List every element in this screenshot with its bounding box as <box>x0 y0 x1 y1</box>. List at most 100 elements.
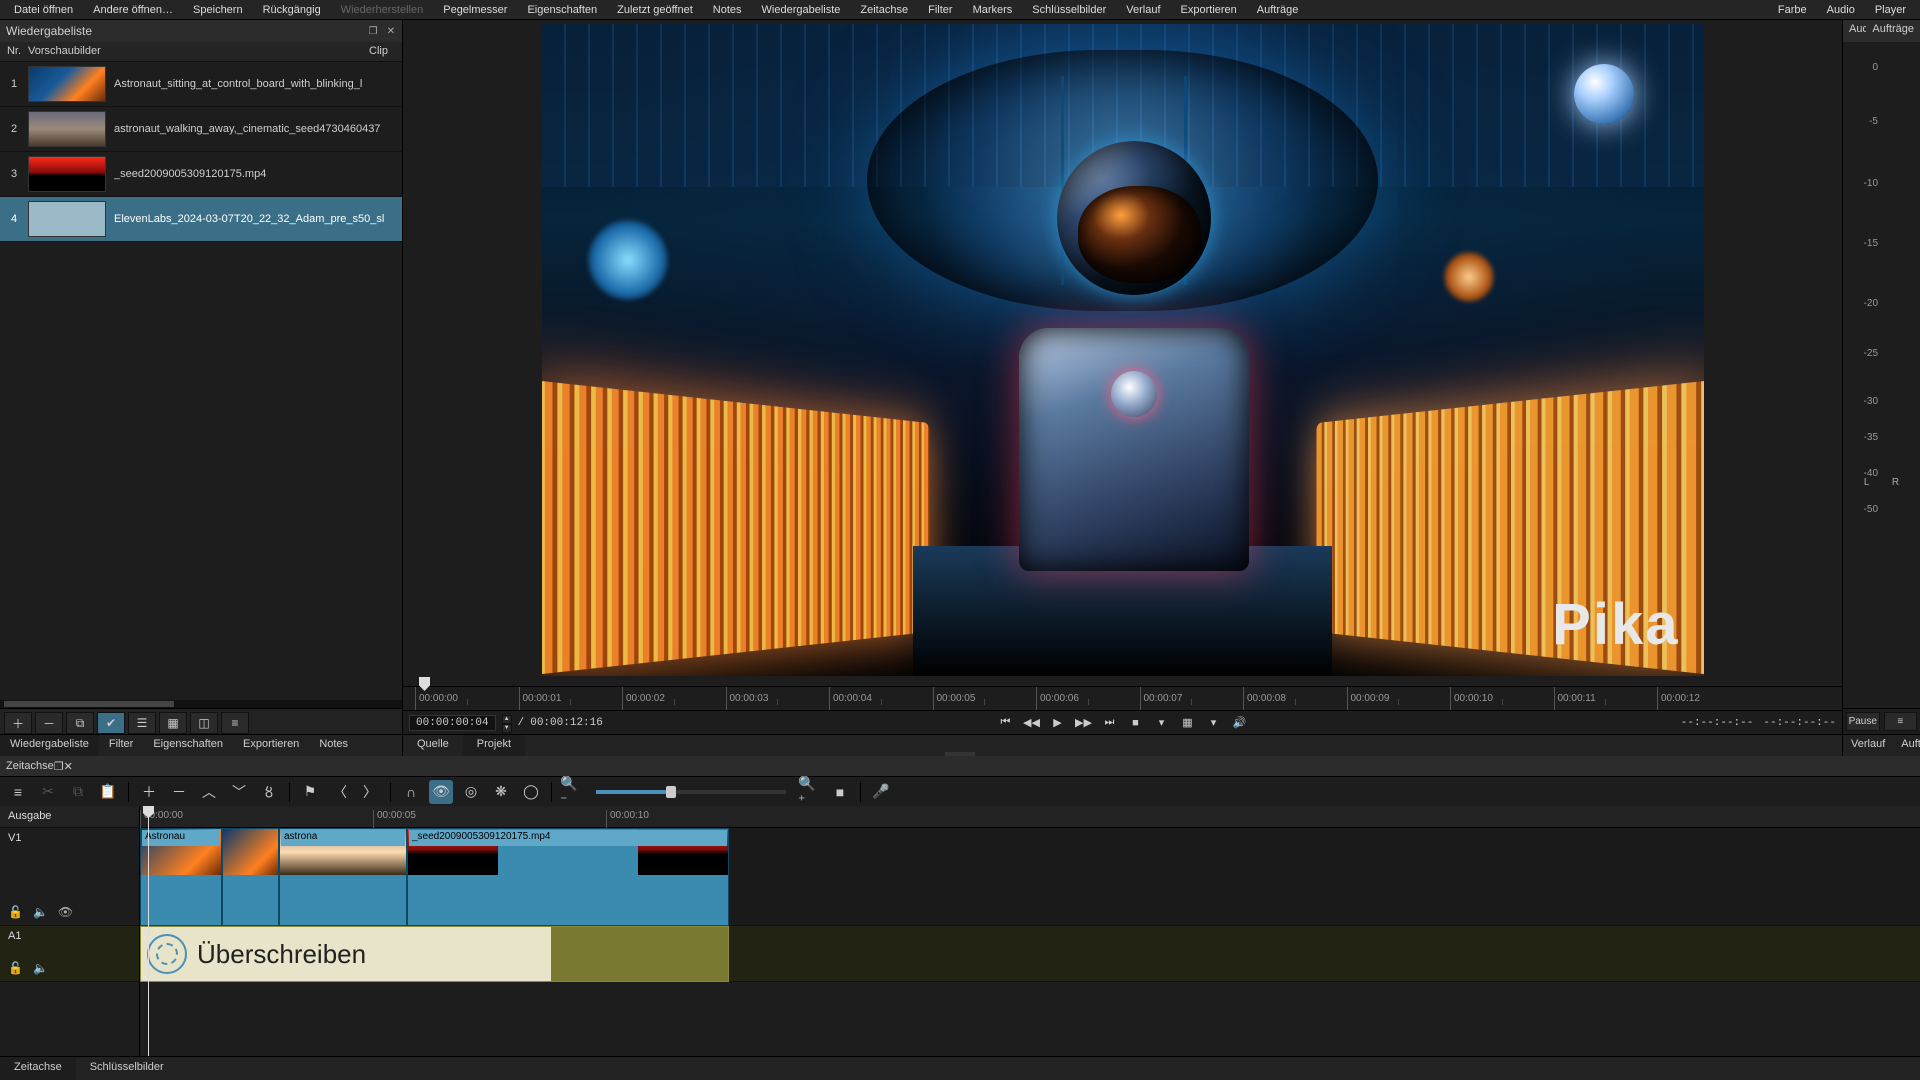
track-mute-icon[interactable]: 🔈 <box>33 905 48 919</box>
playlist-row[interactable]: 3 _seed2009005309120175.mp4 <box>0 152 402 197</box>
menu-export[interactable]: Exportieren <box>1171 2 1247 18</box>
menu-player[interactable]: Player <box>1865 2 1916 18</box>
track-hide-icon[interactable]: 👁 <box>58 905 73 919</box>
track-lock-icon[interactable]: 🔓 <box>8 961 23 975</box>
menu-filter[interactable]: Filter <box>918 2 962 18</box>
audio-clip[interactable]: Überschreiben <box>140 926 729 982</box>
zoom-out-icon[interactable]: 🔍⁻ <box>560 780 584 804</box>
video-clip[interactable]: _seed2009005309120175.mp4 <box>407 828 729 926</box>
stop-icon[interactable]: ■ <box>1127 714 1145 732</box>
grid-icon[interactable]: ▦ <box>1179 714 1197 732</box>
menu-playlist[interactable]: Wiedergabeliste <box>752 2 851 18</box>
playlist-view-icons-icon[interactable]: ◫ <box>190 712 218 734</box>
split-icon[interactable]: 〥 <box>257 780 281 804</box>
next-marker-icon[interactable]: 〉 <box>358 780 382 804</box>
meter-menu-icon[interactable]: ≡ <box>1884 712 1918 731</box>
menu-redo[interactable]: Wiederherstellen <box>331 2 434 18</box>
copy-icon[interactable]: ⧉ <box>66 780 90 804</box>
track-lane-v1[interactable]: Astronau astrona _seed2009005309120175.m… <box>140 828 1920 926</box>
menu-properties[interactable]: Eigenschaften <box>517 2 607 18</box>
playlist-hscrollbar[interactable] <box>0 700 402 708</box>
overwrite-icon[interactable]: ﹀ <box>227 780 251 804</box>
rewind-icon[interactable]: ◀◀ <box>1023 714 1041 732</box>
col-thumb[interactable]: Vorschaubilder <box>28 42 114 61</box>
playlist-undock-icon[interactable]: ❐ <box>366 24 380 38</box>
menu-open-file[interactable]: Datei öffnen <box>4 2 83 18</box>
zoom-in-icon[interactable]: 🔍⁺ <box>798 780 822 804</box>
grid-dropdown-icon[interactable]: ▾ <box>1205 714 1223 732</box>
ripple-all-icon[interactable]: ❋ <box>489 780 513 804</box>
tab-audio-meter[interactable]: Audi… <box>1843 20 1866 42</box>
pause-button[interactable]: Pause <box>1846 712 1880 731</box>
timeline-ruler[interactable]: 00:00:0000:00:0500:00:10 <box>140 806 1920 828</box>
playlist-menu-icon[interactable]: ≡ <box>221 712 249 734</box>
menu-history[interactable]: Verlauf <box>1116 2 1170 18</box>
tab-export[interactable]: Exportieren <box>233 735 309 756</box>
tab-source[interactable]: Quelle <box>403 735 463 756</box>
volume-icon[interactable]: 🔊 <box>1231 714 1249 732</box>
playlist-view-tiles-icon[interactable]: ▦ <box>159 712 187 734</box>
track-mute-icon[interactable]: 🔈 <box>33 961 48 975</box>
marker-icon[interactable]: ⚑ <box>298 780 322 804</box>
tab-timeline[interactable]: Zeitachse <box>0 1057 76 1080</box>
playlist-row[interactable]: 4 ElevenLabs_2024-03-07T20_22_32_Adam_pr… <box>0 197 402 242</box>
playlist-remove-button[interactable]: － <box>35 712 63 734</box>
fast-forward-icon[interactable]: ▶▶ <box>1075 714 1093 732</box>
tab-project[interactable]: Projekt <box>463 735 525 756</box>
video-clip[interactable] <box>222 828 279 926</box>
menu-peak-meter[interactable]: Pegelmesser <box>433 2 517 18</box>
loop-dropdown-icon[interactable]: ▾ <box>1153 714 1171 732</box>
track-header-v1[interactable]: V1 🔓 🔈 👁 <box>0 828 139 926</box>
menu-timeline[interactable]: Zeitachse <box>850 2 918 18</box>
col-nr[interactable]: Nr. <box>0 42 28 61</box>
video-clip[interactable]: Astronau <box>140 828 222 926</box>
timeline-playhead[interactable] <box>148 806 149 1056</box>
playlist-close-icon[interactable]: ✕ <box>384 24 398 38</box>
playlist-check-button[interactable]: ✔ <box>97 712 125 734</box>
col-clip[interactable]: Clip <box>114 42 402 61</box>
remove-icon[interactable]: － <box>167 780 191 804</box>
tab-properties[interactable]: Eigenschaften <box>143 735 233 756</box>
timeline-close-icon[interactable]: ✕ <box>64 761 73 773</box>
menu-open-other[interactable]: Andere öffnen… <box>83 2 183 18</box>
playlist-copy-button[interactable]: ⧉ <box>66 712 94 734</box>
zoom-slider[interactable] <box>596 790 786 794</box>
track-lane-a1[interactable]: Überschreiben <box>140 926 1920 982</box>
playlist-add-button[interactable]: ＋ <box>4 712 32 734</box>
menu-recent[interactable]: Zuletzt geöffnet <box>607 2 703 18</box>
menu-undo[interactable]: Rückgängig <box>253 2 331 18</box>
ripple-icon[interactable]: ◎ <box>459 780 483 804</box>
menu-color[interactable]: Farbe <box>1768 2 1817 18</box>
menu-keyframes[interactable]: Schlüsselbilder <box>1022 2 1116 18</box>
timecode-spinner[interactable]: ▲▼ <box>502 715 512 731</box>
menu-audio[interactable]: Audio <box>1817 2 1865 18</box>
play-icon[interactable]: ▶ <box>1049 714 1067 732</box>
tab-notes[interactable]: Notes <box>309 735 358 756</box>
snap-icon[interactable]: ∩ <box>399 780 423 804</box>
tab-playlist[interactable]: Wiedergabeliste <box>0 735 99 756</box>
prev-marker-icon[interactable]: 〈 <box>328 780 352 804</box>
track-header-output[interactable]: Ausgabe <box>0 806 139 828</box>
timeline-menu-icon[interactable]: ≡ <box>6 780 30 804</box>
menu-notes[interactable]: Notes <box>703 2 752 18</box>
preview-time-ruler[interactable]: 00:00:0000:00:0100:00:0200:00:0300:00:04… <box>403 686 1842 710</box>
timeline-undock-icon[interactable]: ❐ <box>54 761 64 773</box>
playlist-row[interactable]: 1 Astronaut_sitting_at_control_board_wit… <box>0 62 402 107</box>
playlist-view-list-icon[interactable]: ☰ <box>128 712 156 734</box>
cut-icon[interactable]: ✂ <box>36 780 60 804</box>
skip-end-icon[interactable]: ⏭ <box>1101 714 1119 732</box>
append-icon[interactable]: ＋ <box>137 780 161 804</box>
ripple-markers-icon[interactable]: ◯ <box>519 780 543 804</box>
menu-jobs[interactable]: Aufträge <box>1247 2 1309 18</box>
zoom-fit-icon[interactable]: ■ <box>828 780 852 804</box>
tab-keyframes[interactable]: Schlüsselbilder <box>76 1057 178 1080</box>
scrub-icon[interactable]: 👁 <box>429 780 453 804</box>
playlist-row[interactable]: 2 astronaut_walking_away,_cinematic_seed… <box>0 107 402 152</box>
record-audio-icon[interactable]: 🎤 <box>869 780 893 804</box>
video-clip[interactable]: astrona <box>279 828 407 926</box>
track-lock-icon[interactable]: 🔓 <box>8 905 23 919</box>
tab-history[interactable]: Verlauf <box>1843 735 1893 756</box>
track-header-a1[interactable]: A1 🔓 🔈 <box>0 926 139 982</box>
tab-filter[interactable]: Filter <box>99 735 143 756</box>
timecode-current[interactable]: 00:00:00:04 <box>409 715 496 731</box>
